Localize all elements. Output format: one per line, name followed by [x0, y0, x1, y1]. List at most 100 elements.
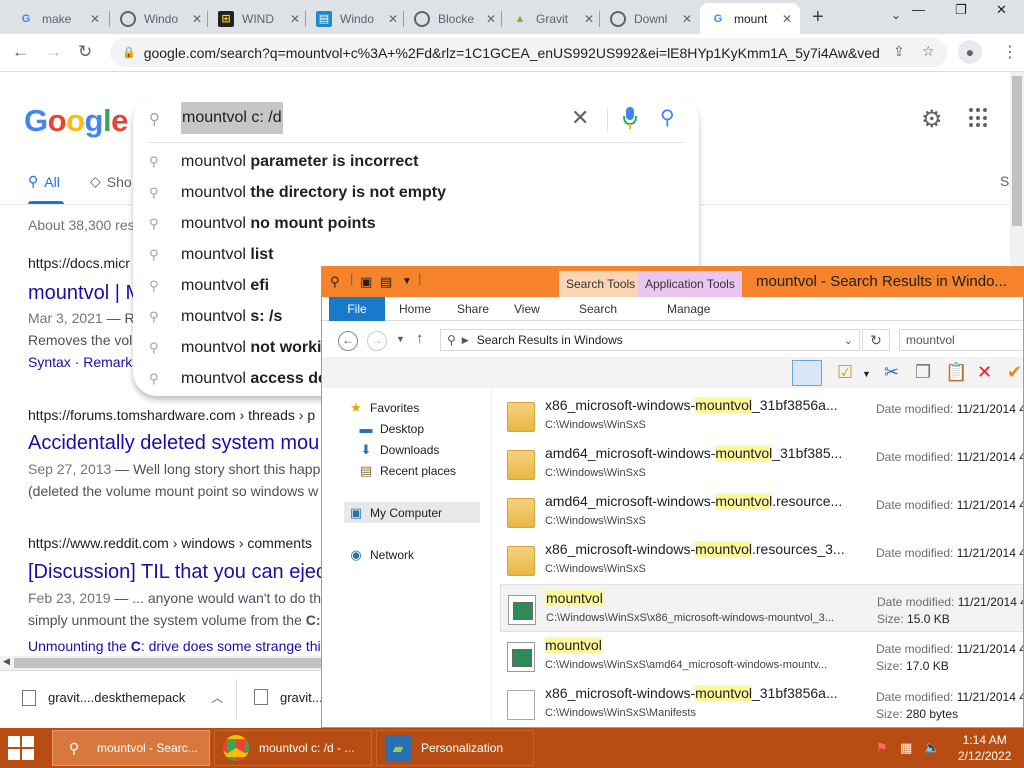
file-row-hover[interactable]: mountvol C:\Windows\WinSxS\x86_microsoft…	[500, 584, 1023, 632]
tab-manage[interactable]: Manage	[667, 302, 710, 316]
file-row[interactable]: amd64_microsoft-windows-mountvol.resourc…	[500, 488, 1023, 536]
download-item[interactable]: gravit....deskthemepack ︿	[22, 689, 223, 706]
forward-icon[interactable]: →	[45, 42, 62, 62]
file-row[interactable]: x86_microsoft-windows-mountvol_31bf3856a…	[500, 392, 1023, 440]
new-folder-icon[interactable]: ▤	[380, 274, 392, 290]
lock-icon[interactable]: 🔒	[122, 46, 136, 59]
address-bar[interactable]: 🔒 google.com/search?q=mountvol+c%3A+%2Fd…	[110, 38, 947, 67]
scrollbar-thumb[interactable]	[1012, 76, 1022, 226]
close-icon[interactable]: ✕	[90, 12, 100, 26]
system-clock[interactable]: 1:14 AM 2/12/2022	[958, 732, 1011, 764]
tab-search-icon[interactable]: ⌄	[891, 8, 901, 22]
search-input[interactable]: mountvol c: /d	[181, 102, 283, 134]
download-item[interactable]: gravit...	[254, 689, 323, 705]
result-title[interactable]: [Discussion] TIL that you can ejec	[28, 561, 326, 584]
result-sublink[interactable]: Unmounting the C: drive does some strang…	[28, 635, 321, 656]
nav-favorites[interactable]: ★ Favorites	[348, 400, 419, 416]
tab-file[interactable]: File	[329, 297, 385, 321]
address-field[interactable]: ⚲ ▶ Search Results in Windows ⌄	[440, 329, 860, 351]
paste-icon[interactable]: 📋	[945, 362, 967, 383]
share-icon[interactable]: ⇪	[893, 43, 905, 60]
result-url[interactable]: https://forums.tomshardware.com › thread…	[28, 407, 315, 423]
tab-share[interactable]: Share	[457, 302, 489, 316]
google-logo[interactable]: Google	[24, 103, 128, 139]
tab-all[interactable]: ⚲ All	[28, 173, 60, 190]
search-button-icon[interactable]: ⚲	[660, 105, 675, 130]
result-url[interactable]: https://docs.micr	[28, 255, 130, 271]
window-close-icon[interactable]: ✕	[996, 2, 1007, 18]
apps-grid-icon[interactable]	[969, 108, 989, 128]
close-icon[interactable]: ✕	[682, 12, 692, 26]
close-icon[interactable]: ✕	[290, 12, 300, 26]
taskbar-chrome-button[interactable]: mountvol c: /d - ...	[214, 730, 372, 766]
nav-network[interactable]: ◉ Network	[348, 547, 414, 563]
tab-more[interactable]: S	[1000, 173, 1009, 189]
result-sitelinks[interactable]: Syntax · Remarks	[28, 354, 139, 370]
url-text[interactable]: google.com/search?q=mountvol+c%3A+%2Fd&r…	[144, 45, 879, 61]
delete-icon[interactable]: ✕	[977, 362, 992, 383]
file-row[interactable]: mountvol C:\Windows\WinSxS\amd64_microso…	[500, 632, 1023, 680]
customize-dropdown-icon[interactable]: ▼	[402, 276, 412, 287]
close-icon[interactable]: ✕	[584, 12, 594, 26]
chevron-down-icon[interactable]: ⌄	[844, 334, 853, 347]
tab-view[interactable]: View	[514, 302, 540, 316]
network-icon[interactable]: ▦	[900, 740, 912, 756]
suggestion-item[interactable]: ⚲ mountvol parameter is incorrect	[133, 146, 699, 177]
tab[interactable]: ▲ Gravit ✕	[502, 3, 600, 34]
application-tools-tab[interactable]: Application Tools	[638, 271, 742, 297]
close-icon[interactable]: ✕	[192, 12, 202, 26]
search-icon[interactable]: ⚲	[330, 274, 340, 290]
chevron-down-icon[interactable]: ▼	[862, 369, 871, 379]
suggestion-item[interactable]: ⚲ mountvol no mount points	[133, 208, 699, 239]
tab-home[interactable]: Home	[399, 302, 431, 316]
back-icon[interactable]: ←	[12, 42, 29, 62]
close-icon[interactable]: ✕	[782, 12, 792, 26]
menu-icon[interactable]: ⋮	[1002, 42, 1018, 62]
close-icon[interactable]: ✕	[388, 12, 398, 26]
result-title[interactable]: Accidentally deleted system mou	[28, 432, 319, 455]
nav-recent[interactable]: ▤ Recent places	[358, 463, 456, 479]
result-title[interactable]: mountvol | M	[28, 282, 142, 305]
taskbar-personalization-button[interactable]: ▰ Personalization	[376, 730, 534, 766]
nav-desktop[interactable]: ▬ Desktop	[358, 421, 425, 436]
close-icon[interactable]: ✕	[486, 12, 496, 26]
bookmark-star-icon[interactable]: ☆	[922, 43, 935, 60]
recent-dropdown-icon[interactable]: ▼	[396, 334, 405, 344]
file-row[interactable]: amd64_microsoft-windows-mountvol_31bf385…	[500, 440, 1023, 488]
file-row[interactable]: x86_microsoft-windows-mountvol_31bf3856a…	[500, 680, 1023, 727]
settings-gear-icon[interactable]: ⚙	[921, 105, 943, 134]
restore-icon[interactable]: ❐	[955, 2, 967, 18]
tab-shopping[interactable]: ◇ Sho	[90, 173, 132, 190]
forward-icon[interactable]: →	[367, 331, 387, 351]
tab[interactable]: Windo ✕	[110, 3, 208, 34]
properties-icon[interactable]: ▣	[360, 274, 372, 290]
flag-icon[interactable]: ⚑	[876, 740, 888, 756]
start-button-windows-icon[interactable]	[8, 736, 34, 760]
nav-my-computer[interactable]: ▣ My Computer	[344, 502, 480, 523]
tab[interactable]: Blocke ✕	[404, 3, 502, 34]
microphone-icon[interactable]	[623, 106, 637, 130]
tab[interactable]: Downl ✕	[600, 3, 700, 34]
check-icon[interactable]: ✔	[1007, 362, 1022, 383]
file-row[interactable]: x86_microsoft-windows-mountvol.resources…	[500, 536, 1023, 584]
tab[interactable]: ⊞ WIND ✕	[208, 3, 306, 34]
minimize-icon[interactable]: —	[912, 2, 925, 17]
nav-downloads[interactable]: ⬇ Downloads	[358, 442, 440, 458]
profile-avatar[interactable]: ●	[958, 40, 982, 64]
chevron-up-icon[interactable]: ︿	[211, 689, 223, 706]
tab-search[interactable]: Search	[579, 302, 617, 316]
reload-icon[interactable]: ↻	[78, 42, 92, 62]
tab-active[interactable]: G mount ✕	[700, 3, 800, 34]
scroll-left-icon[interactable]: ◀	[3, 656, 10, 667]
preview-pane-icon[interactable]	[792, 360, 822, 386]
copy-icon[interactable]: ❐	[915, 362, 931, 383]
tab[interactable]: G make ✕	[8, 3, 110, 34]
result-url[interactable]: https://www.reddit.com › windows › comme…	[28, 535, 312, 551]
suggestion-item[interactable]: ⚲ mountvol the directory is not empty	[133, 177, 699, 208]
refresh-icon[interactable]: ↻	[862, 329, 890, 351]
search-tools-tab[interactable]: Search Tools	[559, 271, 643, 297]
taskbar-explorer-button[interactable]: ⚲ mountvol - Searc...	[52, 730, 210, 766]
volume-icon[interactable]: 🔈	[924, 740, 940, 756]
tab[interactable]: ▤ Windo ✕	[306, 3, 404, 34]
new-tab-icon[interactable]: +	[812, 6, 824, 29]
